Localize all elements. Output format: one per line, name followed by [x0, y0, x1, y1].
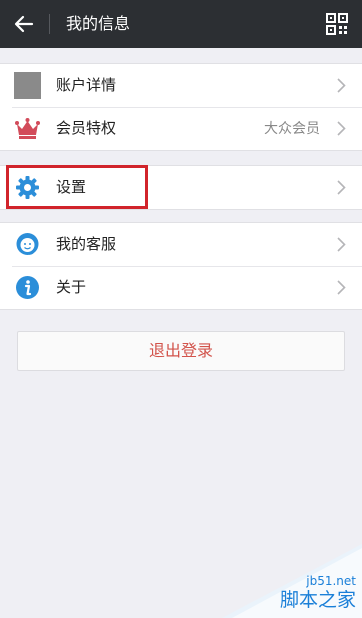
row-label: 设置 [56, 178, 87, 196]
page-title: 我的信息 [66, 14, 131, 33]
screen: 我的信息 账户详情 会员特权 大众会员 设置 我的客服 关于 退出登录 jb51… [0, 0, 362, 618]
chevron-right-icon [337, 121, 346, 136]
membership-level: 大众会员 [264, 121, 320, 137]
gear-icon [16, 176, 39, 199]
account-group: 账户详情 会员特权 大众会员 [0, 63, 362, 151]
header-bar: 我的信息 [0, 0, 362, 48]
row-label: 关于 [56, 278, 87, 296]
row-label: 账户详情 [56, 76, 117, 94]
chevron-right-icon [337, 280, 346, 295]
row-settings[interactable]: 设置 [0, 166, 362, 209]
qr-code-button[interactable] [326, 13, 348, 35]
row-member-privileges[interactable]: 会员特权 大众会员 [0, 107, 362, 150]
row-customer-service[interactable]: 我的客服 [0, 223, 362, 266]
chevron-right-icon [337, 180, 346, 195]
back-button[interactable] [12, 12, 36, 36]
row-label: 我的客服 [56, 235, 117, 253]
info-icon [16, 276, 39, 299]
chevron-right-icon [337, 78, 346, 93]
header-divider [49, 14, 50, 34]
qr-code-icon [326, 13, 348, 35]
watermark-triangle [222, 544, 362, 618]
row-label: 会员特权 [56, 119, 117, 137]
settings-group: 设置 [0, 165, 362, 210]
chevron-right-icon [337, 237, 346, 252]
row-about[interactable]: 关于 [0, 266, 362, 309]
watermark: jb51.net 脚本之家 [222, 544, 362, 618]
logout-button[interactable]: 退出登录 [17, 331, 345, 371]
avatar [14, 72, 41, 99]
arrow-left-icon [14, 15, 34, 33]
customer-service-icon [16, 233, 39, 255]
support-group: 我的客服 关于 [0, 222, 362, 310]
watermark-site: jb51.net [306, 574, 356, 588]
crown-icon [15, 118, 40, 139]
row-account-details[interactable]: 账户详情 [0, 64, 362, 107]
watermark-name: 脚本之家 [279, 589, 356, 611]
